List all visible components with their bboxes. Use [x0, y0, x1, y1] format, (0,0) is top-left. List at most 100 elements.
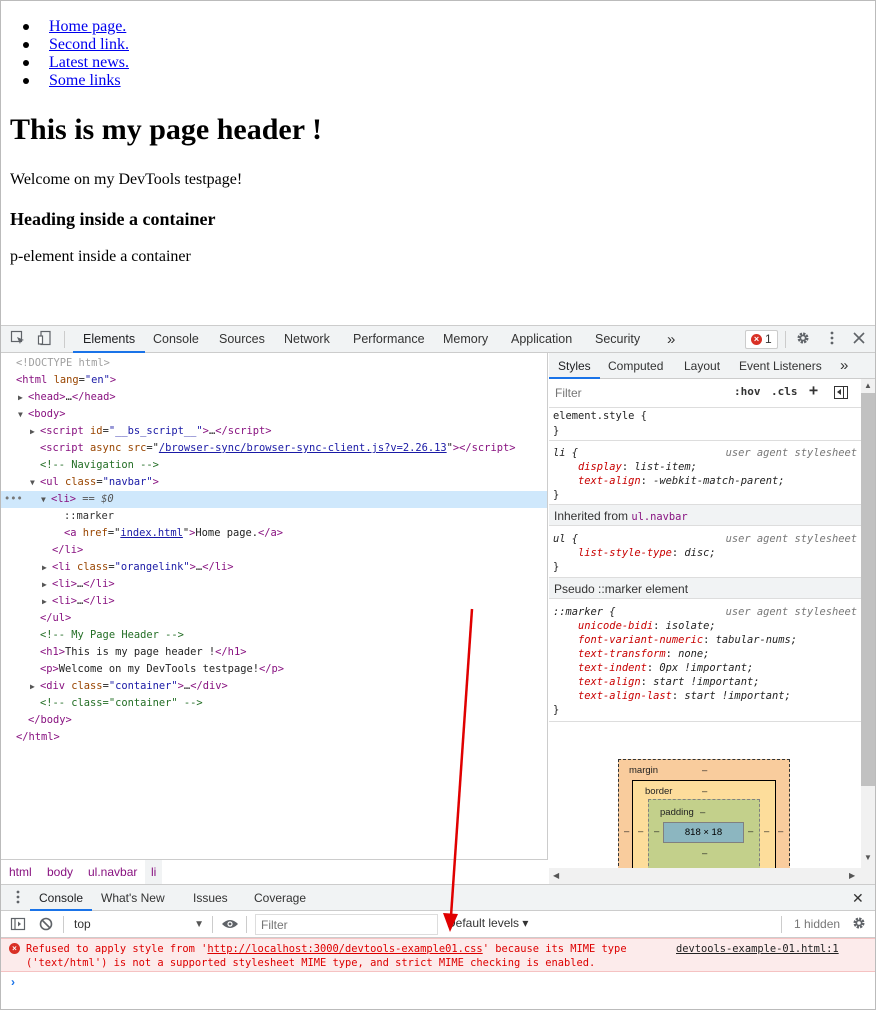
dom-node-body[interactable]: ▼ <body>: [1, 406, 547, 423]
toggle-sidebar-icon[interactable]: [834, 386, 848, 399]
show-sidebar-icon[interactable]: [9, 916, 27, 934]
error-count-badge[interactable]: × 1: [745, 330, 778, 349]
tab-application[interactable]: Application: [501, 326, 582, 353]
dom-node-div-container[interactable]: ▶ <div class="container">…</div>: [1, 678, 547, 695]
live-expression-eye-icon[interactable]: [221, 916, 239, 934]
box-model-content[interactable]: 818 × 18: [663, 822, 744, 843]
drawer-tab-coverage[interactable]: Coverage: [245, 885, 315, 911]
stylesheet-url-link[interactable]: http://localhost:3000/devtools-example01…: [207, 943, 482, 955]
more-subtabs-button[interactable]: »: [831, 353, 857, 379]
dom-node-script-bs[interactable]: ▶ <script id="__bs_script__">…</script>: [1, 423, 547, 440]
dom-node-h1[interactable]: <h1>This is my page header !</h1>: [1, 644, 547, 661]
tab-computed[interactable]: Computed: [599, 353, 672, 379]
styles-vertical-scrollbar[interactable]: ▲ ▼: [861, 379, 875, 884]
inspect-element-icon[interactable]: [9, 330, 27, 348]
tab-event-listeners[interactable]: Event Listeners: [730, 353, 831, 379]
cls-toggle[interactable]: .cls: [771, 385, 798, 398]
console-settings-gear-icon[interactable]: [850, 915, 868, 933]
tab-styles[interactable]: Styles: [549, 353, 600, 379]
new-style-rule-button[interactable]: +: [809, 381, 818, 399]
scrollbar-thumb[interactable]: [861, 393, 875, 786]
tab-security[interactable]: Security: [585, 326, 650, 353]
console-prompt-icon[interactable]: ›: [11, 975, 15, 989]
element-style-selector[interactable]: element.style {: [553, 409, 647, 423]
style-prop-row[interactable]: text-align: -webkit-match-parent;: [553, 474, 784, 488]
settings-gear-icon[interactable]: [794, 330, 812, 348]
drawer-tab-whats-new[interactable]: What's New: [92, 885, 174, 911]
device-toolbar-icon[interactable]: [36, 330, 54, 348]
styles-horizontal-scrollbar[interactable]: ◀ ▶: [549, 868, 861, 884]
drawer-tab-issues[interactable]: Issues: [184, 885, 237, 911]
tab-performance[interactable]: Performance: [343, 326, 435, 353]
scroll-up-icon[interactable]: ▲: [864, 381, 872, 390]
more-actions-icon[interactable]: •••: [4, 491, 23, 508]
tab-memory[interactable]: Memory: [433, 326, 498, 353]
drawer-menu-icon[interactable]: [9, 889, 27, 907]
scroll-right-icon[interactable]: ▶: [849, 871, 855, 880]
dom-node-comment-header[interactable]: <!-- My Page Header -->: [1, 627, 547, 644]
clear-console-icon[interactable]: [37, 916, 55, 934]
dom-node-li-3[interactable]: ▶ <li>…</li>: [1, 576, 547, 593]
style-prop-row[interactable]: unicode-bidi: isolate;: [553, 619, 716, 633]
script-src-link[interactable]: /browser-sync/browser-sync-client.js?v=2…: [159, 442, 447, 454]
dom-node-script-async[interactable]: <script async src="/browser-sync/browser…: [1, 440, 547, 457]
close-devtools-icon[interactable]: [850, 330, 868, 348]
context-selector[interactable]: top ▼: [68, 915, 208, 934]
dom-node-p[interactable]: <p>Welcome on my DevTools testpage!</p>: [1, 661, 547, 678]
dom-node-ul[interactable]: ▼ <ul class="navbar">: [1, 474, 547, 491]
drawer-tab-console[interactable]: Console: [30, 885, 93, 911]
dom-node-li-4[interactable]: ▶ <li>…</li>: [1, 593, 547, 610]
inherited-selector-link[interactable]: ul.navbar: [631, 511, 687, 523]
collapse-triangle-icon[interactable]: ▼: [18, 406, 28, 423]
style-prop-row[interactable]: list-style-type: disc;: [553, 546, 716, 560]
dom-node-marker[interactable]: ::marker: [1, 508, 547, 525]
expand-triangle-icon[interactable]: ▶: [18, 389, 28, 406]
breadcrumb-html[interactable]: html: [5, 860, 36, 885]
dom-node-li-close[interactable]: </li>: [1, 542, 547, 559]
dom-node-comment-nav[interactable]: <!-- Navigation -->: [1, 457, 547, 474]
dom-node-doctype[interactable]: <!DOCTYPE html>: [1, 355, 547, 372]
expand-triangle-icon[interactable]: ▶: [42, 576, 52, 593]
dom-node-li-orangelink[interactable]: ▶ <li class="orangelink">…</li>: [1, 559, 547, 576]
breadcrumb-li[interactable]: li: [145, 860, 163, 885]
expand-triangle-icon[interactable]: ▶: [42, 593, 52, 610]
dom-node-head[interactable]: ▶ <head>…</head>: [1, 389, 547, 406]
log-levels-dropdown[interactable]: Default levels ▾: [447, 916, 528, 930]
collapse-triangle-icon[interactable]: ▼: [30, 474, 40, 491]
nav-link-latest-news[interactable]: Latest news.: [49, 54, 129, 71]
close-drawer-icon[interactable]: ✕: [843, 885, 873, 911]
tab-network[interactable]: Network: [274, 326, 340, 353]
nav-link-home[interactable]: Home page.: [49, 18, 126, 35]
console-error-message[interactable]: × Refused to apply style from 'http://lo…: [1, 938, 875, 972]
console-filter-input[interactable]: [255, 914, 438, 935]
dom-node-html[interactable]: <html lang="en">: [1, 372, 547, 389]
scroll-down-icon[interactable]: ▼: [864, 853, 872, 862]
expand-triangle-icon[interactable]: ▶: [42, 559, 52, 576]
breadcrumb-ul-navbar[interactable]: ul.navbar: [84, 860, 141, 885]
style-prop-row[interactable]: font-variant-numeric: tabular-nums;: [553, 633, 797, 647]
collapse-triangle-icon[interactable]: ▼: [41, 491, 51, 508]
style-prop-row[interactable]: text-align: start !important;: [553, 675, 759, 689]
style-prop-row[interactable]: display: list-item;: [553, 460, 697, 474]
tab-layout[interactable]: Layout: [675, 353, 729, 379]
a-href-link[interactable]: index.html: [120, 527, 183, 539]
dom-node-a[interactable]: <a href="index.html">Home page.</a>: [1, 525, 547, 542]
breadcrumb-body[interactable]: body: [43, 860, 77, 885]
styles-filter-input[interactable]: [552, 383, 724, 403]
dom-node-comment-container[interactable]: <!-- class="container" -->: [1, 695, 547, 712]
dom-node-li-selected[interactable]: ••• ▼ <li> == $0: [1, 491, 547, 508]
hov-toggle[interactable]: :hov: [734, 385, 761, 398]
tab-elements[interactable]: Elements: [73, 326, 146, 353]
style-prop-row[interactable]: text-align-last: start !important;: [553, 689, 791, 703]
more-tabs-button[interactable]: »: [657, 326, 685, 353]
scroll-left-icon[interactable]: ◀: [553, 871, 559, 880]
nav-link-some-links[interactable]: Some links: [49, 72, 121, 89]
nav-link-second[interactable]: Second link.: [49, 36, 129, 53]
style-prop-row[interactable]: text-indent: 0px !important;: [553, 661, 753, 675]
dom-node-body-close[interactable]: </body>: [1, 712, 547, 729]
dom-node-html-close[interactable]: </html>: [1, 729, 547, 746]
style-prop-row[interactable]: text-transform: none;: [553, 647, 709, 661]
message-source-link[interactable]: devtools-example-01.html:1: [676, 942, 839, 956]
expand-triangle-icon[interactable]: ▶: [30, 423, 40, 440]
dom-node-ul-close[interactable]: </ul>: [1, 610, 547, 627]
